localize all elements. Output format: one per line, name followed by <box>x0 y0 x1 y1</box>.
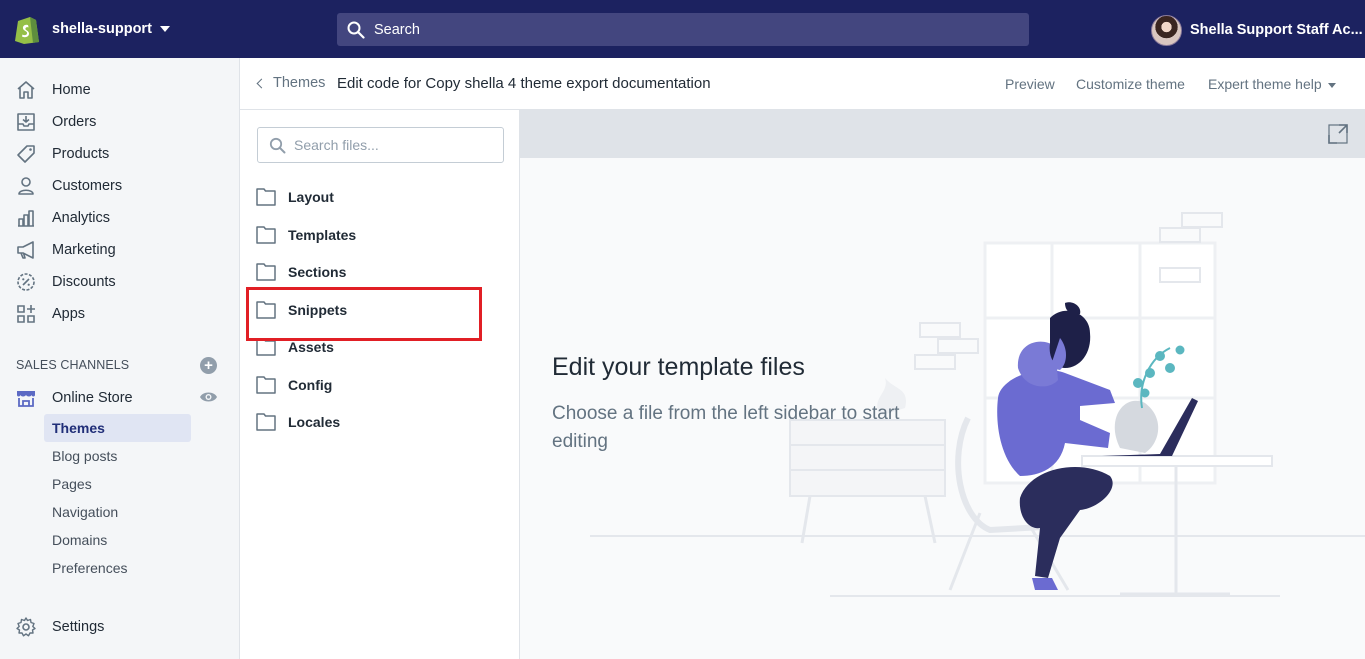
sidebar-item-products[interactable]: Products <box>15 142 109 166</box>
megaphone-icon <box>17 241 34 259</box>
sidebar-item-label: Marketing <box>52 242 116 258</box>
search-files-input[interactable]: Search files... <box>257 127 504 163</box>
folder-label: Config <box>288 377 333 393</box>
folder-label: Locales <box>288 414 341 430</box>
folder-assets[interactable]: Assets <box>256 336 334 358</box>
sidebar-item-label: Analytics <box>52 210 111 226</box>
folder-sections[interactable]: Sections <box>256 261 346 283</box>
file-browser: Search files... Layout Templates Section… <box>240 110 520 659</box>
sidebar-item-apps[interactable]: Apps <box>15 302 85 326</box>
folder-icon <box>256 376 276 394</box>
sidebar-subitem-blog-posts[interactable]: Blog posts <box>44 442 191 470</box>
editor-empty-state: Edit your template files Choose a file f… <box>520 158 1365 659</box>
sidebar-item-customers[interactable]: Customers <box>15 174 122 198</box>
sidebar-item-label: Orders <box>52 114 97 130</box>
home-icon <box>17 81 35 99</box>
folder-config[interactable]: Config <box>256 374 332 396</box>
folder-layout[interactable]: Layout <box>256 186 334 208</box>
page-title: Edit code for Copy shella 4 theme export… <box>337 75 711 92</box>
sidebar-item-label: Settings <box>52 619 105 635</box>
apps-icon <box>17 305 35 323</box>
folder-icon <box>256 188 276 206</box>
search-files-placeholder: Search files... <box>294 137 379 153</box>
sidebar-item-online-store[interactable]: Online Store <box>15 386 133 410</box>
folder-icon <box>256 301 276 319</box>
tag-icon <box>17 145 35 163</box>
user-name: Shella Support Staff Ac... <box>1190 22 1363 38</box>
search-bar[interactable]: Search <box>337 13 1029 46</box>
orders-icon <box>17 113 35 131</box>
sidebar-subitem-preferences[interactable]: Preferences <box>44 554 191 582</box>
sidebar-item-label: Products <box>52 146 110 162</box>
sidebar-item-label: Discounts <box>52 274 116 290</box>
folder-templates[interactable]: Templates <box>256 224 356 246</box>
bar-chart-icon <box>18 210 34 227</box>
chevron-down-icon <box>159 26 170 32</box>
folder-label: Assets <box>288 339 334 355</box>
store-switcher[interactable]: shella-support <box>14 13 170 45</box>
highlight-box <box>246 287 482 341</box>
user-menu[interactable]: Shella Support Staff Ac... <box>1151 14 1363 46</box>
store-name: shella-support <box>52 21 152 37</box>
expert-theme-help-link[interactable]: Expert theme help <box>1208 76 1322 92</box>
sidebar-item-label: Online Store <box>52 390 133 406</box>
sidebar-item-home[interactable]: Home <box>15 78 91 102</box>
folder-icon <box>256 413 276 431</box>
search-icon <box>269 137 286 153</box>
sidebar-subitem-domains[interactable]: Domains <box>44 526 191 554</box>
folder-label: Layout <box>288 189 334 205</box>
sidebar-item-label: Home <box>52 82 91 98</box>
person-icon <box>18 177 34 195</box>
sidebar-item-marketing[interactable]: Marketing <box>15 238 116 262</box>
sales-channels-title: SALES CHANNELS <box>16 358 130 372</box>
editor-toolbar <box>520 110 1365 158</box>
page-header: Themes Edit code for Copy shella 4 theme… <box>240 58 1365 110</box>
folder-label: Sections <box>288 264 347 280</box>
theme-name: Copy shella 4 theme export documentation <box>425 75 711 92</box>
sidebar-item-settings[interactable]: Settings <box>15 615 104 639</box>
avatar <box>1151 14 1182 46</box>
sidebar-item-orders[interactable]: Orders <box>15 110 96 134</box>
folder-snippets[interactable]: Snippets <box>256 299 347 321</box>
sidebar-item-analytics[interactable]: Analytics <box>15 206 110 230</box>
sidebar-item-label: Apps <box>52 306 86 322</box>
eye-icon[interactable] <box>199 390 218 404</box>
sidebar-subitem-pages[interactable]: Pages <box>44 470 191 498</box>
customize-theme-link[interactable]: Customize theme <box>1076 76 1185 92</box>
preview-link[interactable]: Preview <box>1005 76 1055 92</box>
sidebar: Home Orders Products Customers Analytics… <box>0 58 240 659</box>
folder-locales[interactable]: Locales <box>256 411 340 433</box>
top-bar: shella-support Search Shella Support Sta… <box>0 0 1365 58</box>
search-icon <box>347 21 365 39</box>
folder-icon <box>256 263 276 281</box>
page-title-prefix: Edit code for <box>337 75 422 92</box>
shopify-logo-icon <box>15 17 39 44</box>
chevron-down-icon <box>1328 83 1336 88</box>
sidebar-subitem-navigation[interactable]: Navigation <box>44 498 191 526</box>
chevron-left-icon <box>256 78 267 88</box>
folder-icon <box>256 226 276 244</box>
folder-label: Templates <box>288 227 357 243</box>
expand-icon[interactable] <box>1328 124 1348 144</box>
gear-icon <box>16 617 36 637</box>
sidebar-subitem-themes[interactable]: Themes <box>44 414 191 442</box>
empty-state-subtitle: Choose a file from the left sidebar to s… <box>552 403 900 452</box>
store-icon <box>17 391 35 407</box>
sidebar-item-discounts[interactable]: Discounts <box>15 270 116 294</box>
back-to-themes-link[interactable]: Themes <box>255 75 325 91</box>
search-placeholder: Search <box>374 21 420 38</box>
back-label: Themes <box>273 75 326 91</box>
folder-label: Snippets <box>288 302 348 318</box>
add-sales-channel-button[interactable]: + <box>200 357 217 374</box>
discount-icon <box>17 273 35 291</box>
folder-icon <box>256 338 276 356</box>
empty-state-title: Edit your template files <box>552 353 805 381</box>
sidebar-item-label: Customers <box>52 178 123 194</box>
